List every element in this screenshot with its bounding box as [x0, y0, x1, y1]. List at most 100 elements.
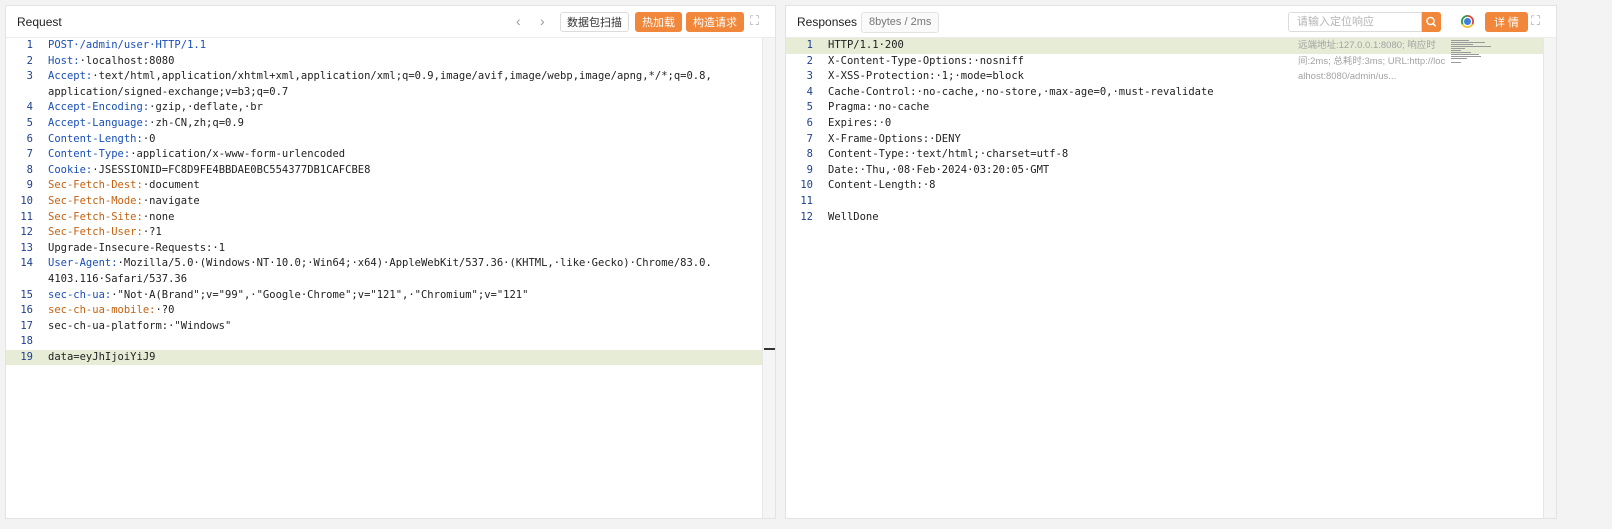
build-request-button[interactable]: 构造请求	[686, 12, 744, 32]
expand-icon[interactable]: ⛶	[750, 13, 759, 29]
line-number: 11	[20, 210, 33, 223]
header-value: ·no-cache,·no-store,·max-age=0,·must-rev…	[916, 85, 1214, 98]
code-line[interactable]: 13 Upgrade-Insecure-Requests:·1	[6, 241, 775, 257]
line-number: 4	[26, 101, 33, 114]
code-line[interactable]: 4 Accept-Encoding:·gzip,·deflate,·br	[6, 100, 775, 116]
response-header: Responses 8bytes / 2ms 详 情 ⛶	[786, 6, 1556, 38]
header-key: Sec-Fetch-User:	[48, 226, 143, 239]
header-key: X-Frame-Options:	[828, 132, 930, 145]
line-number: 9	[806, 163, 813, 176]
code-line[interactable]: 19 data=eyJhIjoiYiJ9	[6, 349, 775, 366]
line-text: HTTP/1.1·200	[828, 38, 1556, 54]
header-value: ·0	[142, 132, 156, 145]
line-number: 3	[806, 70, 813, 83]
packet-scan-button[interactable]: 数据包扫描	[560, 12, 629, 32]
locate-response-input[interactable]	[1288, 12, 1422, 32]
line-text: sec-ch-ua-platform:·"Windows"	[48, 319, 760, 335]
code-line[interactable]: 4 Cache-Control:·no-cache,·no-store,·max-…	[786, 85, 1556, 101]
code-line[interactable]: 7 X-Frame-Options:·DENY	[786, 132, 1556, 148]
line-number: 5	[806, 101, 813, 114]
code-line[interactable]: 18	[6, 334, 775, 350]
header-key: Host:	[48, 54, 80, 67]
header-key: User-Agent:	[48, 257, 118, 270]
chrome-icon[interactable]	[1461, 15, 1474, 28]
response-title: Responses	[797, 15, 858, 29]
code-line[interactable]: 9 Sec-Fetch-Dest:·document	[6, 178, 775, 194]
line-text: Date:·Thu,·08·Feb·2024·03:20:05·GMT	[828, 163, 1556, 179]
request-title: Request	[17, 15, 62, 29]
line-number: 10	[20, 194, 33, 207]
line-number: 14	[20, 257, 33, 270]
code-line[interactable]: 7 Content-Type:·application/x-www-form-ur…	[6, 147, 775, 163]
code-line[interactable]: 10 Sec-Fetch-Mode:·navigate	[6, 194, 775, 210]
expand-icon[interactable]: ⛶	[1531, 13, 1540, 29]
request-scrollbar[interactable]	[762, 38, 775, 518]
code-line[interactable]: 12 Sec-Fetch-User:·?1	[6, 225, 775, 241]
line-number: 3	[26, 70, 33, 83]
code-line[interactable]: 11	[786, 194, 1556, 210]
header-key: X-XSS-Protection:	[828, 70, 936, 83]
header-key: Sec-Fetch-Mode:	[48, 194, 143, 207]
code-line[interactable]: 3 Accept:·text/html,application/xhtml+xml…	[6, 69, 775, 85]
line-number: 6	[806, 116, 813, 129]
code-line[interactable]: 1 POST·/admin/user·HTTP/1.1	[6, 38, 775, 54]
code-line[interactable]: 16 sec-ch-ua-mobile:·?0	[6, 303, 775, 319]
detail-button[interactable]: 详 情	[1485, 12, 1529, 32]
header-key: Sec-Fetch-Dest:	[48, 179, 143, 192]
line-number: 1	[26, 39, 33, 51]
code-line[interactable]: 6 Content-Length:·0	[6, 132, 775, 148]
response-minimap[interactable]	[1451, 40, 1511, 70]
code-line[interactable]: 8 Content-Type:·text/html;·charset=utf-8	[786, 147, 1556, 163]
response-scrollbar[interactable]	[1543, 38, 1556, 518]
chevron-left-icon[interactable]: ‹	[516, 13, 521, 29]
line-text: application/signed-exchange;v=b3;q=0.7	[48, 85, 760, 101]
response-editor[interactable]: 远端地址:127.0.0.1:8080; 响应时间:2ms; 总耗时:3ms; …	[786, 38, 1556, 518]
header-value: WellDone	[828, 210, 879, 223]
header-key: Cookie:	[48, 163, 93, 176]
code-line[interactable]: 4103.116·Safari/537.36	[6, 272, 775, 288]
code-line[interactable]: 5 Accept-Language:·zh-CN,zh;q=0.9	[6, 116, 775, 132]
header-value: HTTP/1.1·200	[828, 39, 904, 51]
request-header: Request ‹ › 数据包扫描 热加载 构造请求 ⛶	[6, 6, 775, 38]
code-line[interactable]: 11 Sec-Fetch-Site:·none	[6, 210, 775, 226]
line-text: POST·/admin/user·HTTP/1.1	[48, 38, 760, 54]
chevron-right-icon[interactable]: ›	[540, 13, 545, 29]
hot-load-button[interactable]: 热加载	[635, 12, 682, 32]
code-line[interactable]: 9 Date:·Thu,·08·Feb·2024·03:20:05·GMT	[786, 163, 1556, 179]
request-line: POST·/admin/user·HTTP/1.1	[48, 39, 207, 51]
code-line[interactable]: 8 Cookie:·JSESSIONID=FC8D9FE4BBDAE0BC5543…	[6, 163, 775, 179]
line-number: 12	[800, 210, 813, 223]
line-text: X-Content-Type-Options:·nosniff	[828, 54, 1556, 70]
header-key: Cache-Control:	[828, 85, 917, 98]
code-line[interactable]: application/signed-exchange;v=b3;q=0.7	[6, 85, 775, 101]
header-key: Date:	[828, 163, 860, 176]
header-value: ·0	[878, 116, 892, 129]
code-line[interactable]: 12 WellDone	[786, 210, 1556, 226]
header-value: ·1;·mode=block	[935, 70, 1024, 83]
search-button[interactable]	[1422, 12, 1441, 32]
code-line[interactable]: 6 Expires:·0	[786, 116, 1556, 132]
code-line[interactable]: 10 Content-Length:·8	[786, 178, 1556, 194]
line-text: Content-Type:·application/x-www-form-url…	[48, 147, 760, 163]
header-key: X-Content-Type-Options:	[828, 54, 974, 67]
code-line[interactable]: 15 sec-ch-ua:·"Not·A(Brand";v="99",·"Goog…	[6, 288, 775, 304]
line-number: 16	[20, 304, 33, 317]
header-key: Content-Type:	[828, 148, 911, 161]
response-meta-info: 远端地址:127.0.0.1:8080; 响应时间:2ms; 总耗时:3ms; …	[1298, 40, 1446, 83]
header-value: ·localhost:8080	[79, 54, 175, 67]
header-key: Content-Length:	[48, 132, 143, 145]
line-number: 8	[806, 148, 813, 161]
request-editor[interactable]: 1 POST·/admin/user·HTTP/1.1 2 Host:·localho…	[6, 38, 775, 518]
line-text: 4103.116·Safari/537.36	[48, 272, 760, 288]
code-line[interactable]: 14 User-Agent:·Mozilla/5.0·(Windows·NT·10…	[6, 256, 775, 272]
header-value: 4103.116·Safari/537.36	[48, 272, 188, 285]
header-value: ·DENY	[929, 132, 961, 145]
line-number: 11	[800, 194, 813, 207]
code-line[interactable]: 17 sec-ch-ua-platform:·"Windows"	[6, 319, 775, 335]
code-line[interactable]: 2 Host:·localhost:8080	[6, 54, 775, 70]
header-value: ·Mozilla/5.0·(Windows·NT·10.0;·Win64;·x6…	[117, 257, 712, 270]
code-line[interactable]: 5 Pragma:·no-cache	[786, 100, 1556, 116]
line-text: Upgrade-Insecure-Requests:·1	[48, 241, 760, 257]
line-number: 4	[806, 85, 813, 98]
header-key: Accept:	[48, 70, 93, 83]
